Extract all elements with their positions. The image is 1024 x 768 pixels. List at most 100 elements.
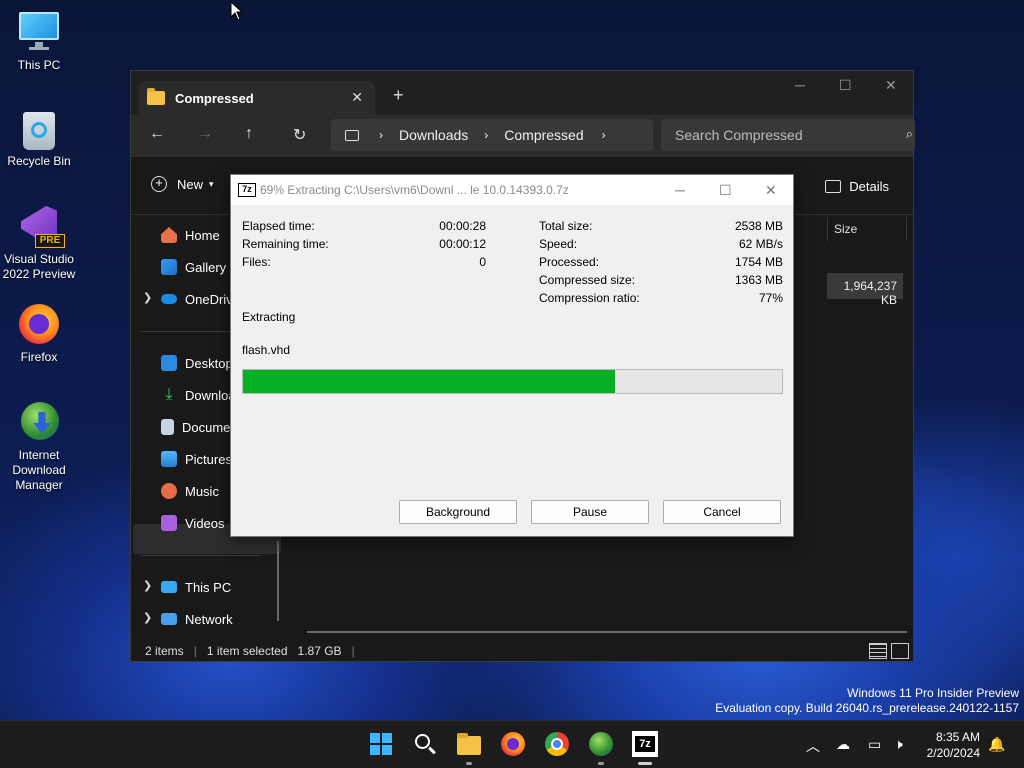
total-size-label: Total size:	[539, 219, 593, 233]
speed-value: 62 MB/s	[738, 237, 783, 251]
maximize-icon[interactable]: ☐	[839, 77, 852, 94]
selection-size: 1.87 GB	[297, 644, 342, 658]
dialog-title: 69% Extracting C:\Users\vm6\Downl ... le…	[260, 183, 569, 197]
search-placeholder: Search Compressed	[675, 127, 803, 143]
sidebar-label: Network	[185, 611, 233, 627]
monitor-icon	[17, 10, 61, 54]
plus-circle-icon: +	[151, 176, 167, 192]
operation-label: Extracting	[242, 310, 296, 324]
desktop-icon-recycle-bin[interactable]: Recycle Bin	[1, 106, 77, 169]
large-icons-view-icon[interactable]	[891, 643, 909, 659]
chevron-down-icon: ▾	[209, 178, 214, 189]
idm-icon[interactable]	[588, 731, 614, 757]
network-icon[interactable]: ▭	[868, 736, 881, 753]
new-button[interactable]: + New ▾	[151, 176, 214, 192]
running-indicator	[598, 762, 604, 765]
gallery-icon	[161, 259, 177, 275]
7zip-taskbar-icon[interactable]: 7z	[632, 731, 658, 757]
recycle-bin-icon	[17, 106, 61, 150]
desktop-icon-label: Recycle Bin	[7, 154, 71, 168]
clock-time: 8:35 AM	[935, 730, 980, 744]
sidebar-label: Desktop	[185, 355, 233, 371]
notification-bell-icon[interactable]: 🔔	[988, 736, 1005, 753]
breadcrumb-separator-icon: ›	[379, 128, 383, 142]
pc-monitor-icon	[345, 129, 359, 141]
search-box[interactable]: Search Compressed ⌕	[661, 119, 915, 151]
new-label: New	[177, 176, 204, 192]
home-icon	[161, 227, 177, 243]
address-bar[interactable]: › Downloads › Compressed ›	[331, 119, 653, 151]
minimize-icon[interactable]: ─	[675, 182, 685, 198]
cloud-icon	[161, 294, 177, 304]
chevron-up-icon[interactable]: ︿	[806, 736, 820, 756]
breadcrumb-compressed[interactable]: Compressed	[504, 127, 583, 143]
search-icon[interactable]	[412, 731, 438, 757]
details-pane-icon	[825, 180, 842, 193]
sidebar-scrollbar[interactable]	[277, 541, 279, 621]
desktop-icon-label: Internet Download Manager	[12, 448, 66, 492]
desktop-icon	[161, 355, 177, 371]
background-button[interactable]: Background	[399, 500, 517, 524]
firefox-icon[interactable]	[500, 731, 526, 757]
mouse-cursor-icon	[230, 1, 244, 21]
chevron-right-icon[interactable]: ❯	[143, 611, 152, 624]
sidebar-label: Pictures	[185, 451, 232, 467]
refresh-icon[interactable]: ↻	[293, 125, 306, 145]
chevron-right-icon[interactable]: ❯	[143, 579, 152, 592]
pause-button[interactable]: Pause	[531, 500, 649, 524]
selection-count: 1 item selected	[206, 644, 288, 658]
firefox-icon	[17, 302, 61, 346]
onedrive-cloud-icon[interactable]: ☁	[836, 736, 850, 753]
video-icon	[161, 515, 177, 531]
maximize-icon[interactable]: ☐	[719, 182, 732, 199]
desktop-icon-visual-studio[interactable]: PRE Visual Studio 2022 Preview	[1, 204, 77, 282]
sidebar-item-this-pc[interactable]: This PC	[161, 573, 281, 601]
close-window-icon[interactable]: ✕	[885, 77, 897, 94]
sidebar-label: Home	[185, 227, 220, 243]
details-view-icon[interactable]	[869, 643, 887, 659]
extraction-progress-dialog: 7z 69% Extracting C:\Users\vm6\Downl ...…	[230, 174, 794, 537]
column-header-size[interactable]: Size	[827, 217, 907, 241]
7zip-logo-icon: 7z	[238, 183, 256, 197]
explorer-titlebar: Compressed ✕ + ─ ☐ ✕	[131, 71, 913, 115]
folder-icon	[147, 88, 165, 105]
horizontal-scrollbar[interactable]	[307, 631, 907, 633]
breadcrumb-downloads[interactable]: Downloads	[399, 127, 468, 143]
forward-arrow-icon[interactable]: →	[197, 125, 213, 143]
desktop-icon-idm[interactable]: Internet Download Manager	[1, 400, 77, 493]
extraction-progress-bar	[242, 369, 783, 394]
progress-bar-fill	[243, 370, 615, 393]
desktop-icon-firefox[interactable]: Firefox	[1, 302, 77, 365]
elapsed-time-label: Elapsed time:	[242, 219, 315, 233]
cancel-button[interactable]: Cancel	[663, 500, 781, 524]
back-arrow-icon[interactable]: ←	[149, 125, 165, 143]
file-explorer-icon[interactable]	[456, 731, 482, 757]
chevron-right-icon[interactable]: ❯	[143, 291, 152, 304]
compression-ratio-label: Compression ratio:	[539, 291, 640, 305]
desktop-icon-this-pc[interactable]: This PC	[1, 10, 77, 73]
system-clock[interactable]: 8:35 AM 2/20/2024	[927, 729, 980, 761]
file-row-size-cell[interactable]: 1,964,237 KB	[827, 273, 903, 307]
document-icon	[161, 419, 174, 435]
up-arrow-icon[interactable]: ↑	[245, 125, 253, 143]
files-value: 0	[479, 255, 486, 269]
new-tab-icon[interactable]: +	[393, 85, 404, 106]
sidebar-item-network[interactable]: Network	[161, 605, 281, 633]
minimize-icon[interactable]: ─	[795, 77, 805, 93]
files-label: Files:	[242, 255, 271, 269]
remaining-time-value: 00:00:12	[439, 237, 486, 251]
elapsed-time-value: 00:00:28	[439, 219, 486, 233]
details-button[interactable]: Details	[825, 179, 889, 194]
volume-muted-icon[interactable]: 🕨	[894, 736, 903, 753]
visual-studio-icon: PRE	[17, 204, 65, 248]
close-dialog-icon[interactable]: ✕	[765, 182, 777, 199]
tab-compressed[interactable]: Compressed ✕	[139, 81, 375, 115]
sidebar-label: Videos	[185, 515, 225, 531]
sidebar-divider	[141, 555, 261, 556]
watermark-line-2: Evaluation copy. Build 26040.rs_prerelea…	[715, 701, 1019, 715]
total-size-value: 2538 MB	[734, 219, 783, 233]
chrome-icon[interactable]	[544, 731, 570, 757]
item-count: 2 items	[145, 644, 184, 658]
start-windows-icon[interactable]	[368, 731, 394, 757]
close-tab-icon[interactable]: ✕	[351, 89, 363, 106]
